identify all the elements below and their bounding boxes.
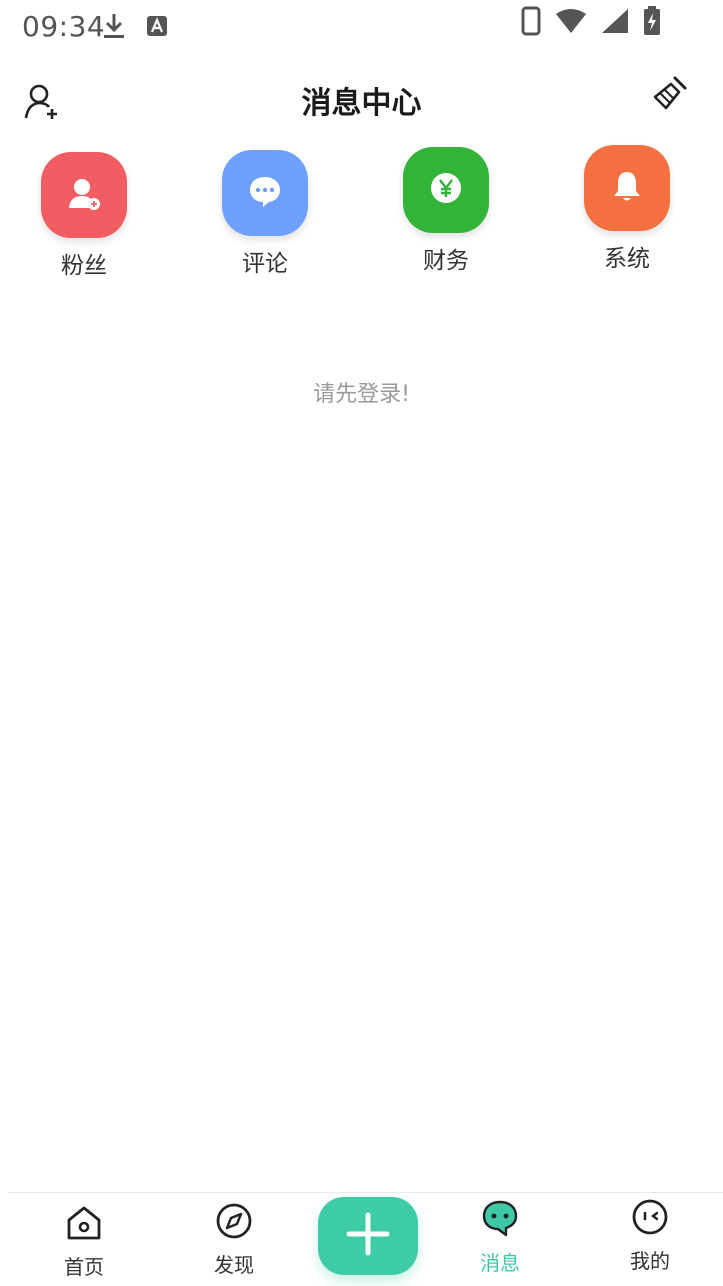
- tab-label: 发现: [214, 1253, 254, 1277]
- tab-discover[interactable]: 发现: [184, 1201, 284, 1278]
- category-label: 粉丝: [61, 253, 107, 279]
- home-icon: [64, 1203, 104, 1243]
- signal-icon: [601, 8, 629, 38]
- tab-label: 消息: [480, 1251, 520, 1275]
- wifi-icon: [555, 8, 587, 38]
- clear-button[interactable]: [649, 74, 689, 114]
- publish-button[interactable]: [318, 1197, 418, 1275]
- page-title: 消息中心: [301, 86, 422, 121]
- plus-icon: [345, 1211, 391, 1261]
- keyboard-a-icon: [146, 15, 168, 41]
- empty-state-text: 请先登录!: [313, 382, 410, 407]
- message-icon: [480, 1199, 520, 1239]
- system-icon-tile: [584, 145, 670, 231]
- finance-icon-tile: [403, 147, 489, 233]
- tab-label: 我的: [630, 1249, 670, 1273]
- tab-messages[interactable]: 消息: [450, 1199, 550, 1276]
- tab-home[interactable]: 首页: [34, 1203, 134, 1280]
- broom-icon: [649, 76, 689, 118]
- compass-icon: [214, 1201, 254, 1241]
- bottom-tabbar: 首页 发现 消息 我的: [0, 1193, 723, 1286]
- category-finance[interactable]: 财务: [391, 147, 501, 275]
- message-categories: 粉丝 评论 财务 系统: [0, 144, 723, 284]
- category-label: 财务: [423, 248, 469, 274]
- battery-charging-icon: [643, 6, 661, 40]
- status-bar: 09:34: [0, 0, 723, 54]
- fans-icon-tile: [41, 152, 127, 238]
- category-comments[interactable]: 评论: [210, 150, 320, 278]
- category-label: 系统: [604, 246, 650, 272]
- header: 消息中心: [0, 64, 723, 136]
- category-fans[interactable]: 粉丝: [29, 152, 139, 280]
- yuan-coin-icon: [428, 170, 464, 210]
- category-system[interactable]: 系统: [572, 145, 682, 273]
- tab-label: 首页: [64, 1255, 104, 1279]
- bell-icon: [609, 168, 645, 208]
- status-time: 09:34: [22, 10, 106, 43]
- download-icon: [102, 12, 126, 44]
- status-left-icons: [102, 12, 168, 44]
- tab-me[interactable]: 我的: [600, 1197, 700, 1274]
- comment-bubble-icon: [247, 173, 283, 213]
- phone-icon: [521, 6, 541, 40]
- comments-icon-tile: [222, 150, 308, 236]
- category-label: 评论: [242, 251, 288, 277]
- fan-user-icon: [66, 175, 102, 215]
- status-right-icons: [521, 6, 661, 40]
- profile-face-icon: [630, 1197, 670, 1237]
